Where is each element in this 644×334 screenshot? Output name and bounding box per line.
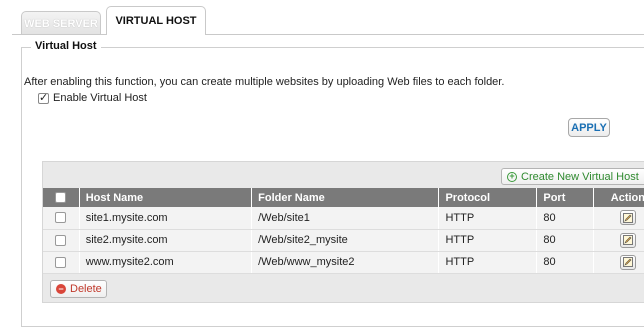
row-select-cell — [43, 229, 80, 252]
row-select-cell — [43, 251, 80, 274]
minus-circle-icon: − — [56, 284, 66, 294]
select-all-checkbox[interactable] — [55, 192, 67, 204]
header-protocol: Protocol — [438, 188, 538, 207]
virtual-host-fieldset: Virtual Host After enabling this functio… — [21, 40, 644, 327]
create-virtual-host-label: Create New Virtual Host — [521, 170, 639, 183]
apply-button[interactable]: APPLY — [568, 118, 610, 137]
enable-virtual-host-label: Enable Virtual Host — [53, 92, 147, 104]
virtual-host-table-panel: + Create New Virtual Host Host Name Fold… — [42, 161, 644, 303]
row-checkbox[interactable] — [55, 234, 67, 246]
enable-virtual-host-option[interactable]: Enable Virtual Host — [38, 91, 147, 104]
pencil-edit-icon[interactable] — [619, 210, 636, 226]
header-action: Action — [593, 188, 644, 207]
table-row: www.mysite2.com /Web/www_mysite2 HTTP 80 — [43, 251, 644, 274]
select-all-cell — [43, 188, 80, 207]
pencil-edit-icon[interactable] — [619, 232, 636, 248]
pencil-edit-icon[interactable] — [619, 254, 636, 270]
action-cell — [593, 251, 644, 274]
folder-name-cell: /Web/www_mysite2 — [251, 251, 440, 274]
host-name-cell: www.mysite2.com — [79, 251, 253, 274]
tab-bar: WEB SERVER VIRTUAL HOST — [0, 0, 644, 35]
folder-name-cell: /Web/site1 — [251, 207, 440, 230]
section-description: After enabling this function, you can cr… — [24, 76, 505, 88]
host-name-cell: site2.mysite.com — [79, 229, 253, 252]
section-legend: Virtual Host — [31, 40, 101, 52]
header-port: Port — [536, 188, 594, 207]
port-cell: 80 — [536, 207, 594, 230]
port-cell: 80 — [536, 229, 594, 252]
plus-circle-icon: + — [507, 171, 517, 182]
header-folder-name: Folder Name — [251, 188, 440, 207]
table-header-row: Host Name Folder Name Protocol Port Acti… — [43, 188, 644, 207]
tab-web-server[interactable]: WEB SERVER — [21, 11, 101, 35]
folder-name-cell: /Web/site2_mysite — [251, 229, 440, 252]
action-cell — [593, 229, 644, 252]
protocol-cell: HTTP — [438, 251, 538, 274]
table-row: site1.mysite.com /Web/site1 HTTP 80 — [43, 207, 644, 230]
protocol-cell: HTTP — [438, 207, 538, 230]
delete-button[interactable]: − Delete — [50, 280, 107, 298]
row-checkbox[interactable] — [55, 256, 67, 268]
row-select-cell — [43, 207, 80, 230]
create-virtual-host-button[interactable]: + Create New Virtual Host — [501, 168, 644, 185]
port-cell: 80 — [536, 251, 594, 274]
row-checkbox[interactable] — [55, 212, 67, 224]
virtual-host-table: Host Name Folder Name Protocol Port Acti… — [43, 188, 644, 274]
delete-label: Delete — [70, 283, 102, 295]
header-host-name: Host Name — [79, 188, 253, 207]
table-row: site2.mysite.com /Web/site2_mysite HTTP … — [43, 229, 644, 252]
host-name-cell: site1.mysite.com — [79, 207, 253, 230]
protocol-cell: HTTP — [438, 229, 538, 252]
action-cell — [593, 207, 644, 230]
tab-virtual-host[interactable]: VIRTUAL HOST — [106, 6, 206, 35]
enable-virtual-host-checkbox[interactable] — [38, 91, 49, 104]
